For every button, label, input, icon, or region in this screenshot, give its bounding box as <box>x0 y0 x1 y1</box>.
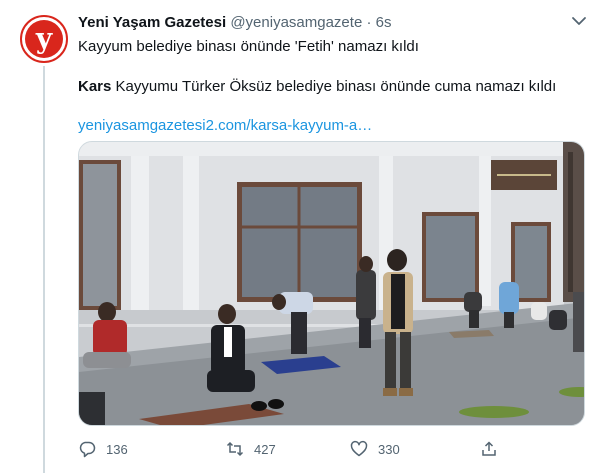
chevron-down-icon[interactable] <box>570 14 588 28</box>
tweet-time[interactable]: 6s <box>376 14 392 31</box>
share-icon <box>482 441 496 456</box>
retweet-count: 427 <box>254 441 276 457</box>
separator-dot: · <box>366 14 372 31</box>
retweet-icon <box>226 441 244 457</box>
tweet-text-rest: Kayyumu Türker Öksüz belediye binası önü… <box>111 78 557 95</box>
reply-count: 136 <box>106 441 128 457</box>
retweet-button[interactable]: 427 <box>226 438 276 460</box>
author-name[interactable]: Yeni Yaşam Gazetesi <box>78 14 226 31</box>
tweet-text-line1: Kayyum belediye binası önünde 'Fetih' na… <box>78 38 419 55</box>
thread-line <box>43 66 45 473</box>
photo-illustration <box>79 142 584 425</box>
share-button[interactable] <box>480 438 508 460</box>
avatar-logo: y <box>25 20 63 58</box>
author-handle[interactable]: @yeniyasamgazete <box>230 14 362 31</box>
tweet-header: Yeni Yaşam Gazetesi @yeniyasamgazete · 6… <box>78 13 391 33</box>
avatar[interactable]: y <box>20 15 68 63</box>
heart-icon <box>350 440 368 457</box>
tweet-text-line2: Kars Kayyumu Türker Öksüz belediye binas… <box>78 77 556 97</box>
tweet[interactable]: y Yeni Yaşam Gazetesi @yeniyasamgazete ·… <box>0 0 599 473</box>
like-button[interactable]: 330 <box>350 438 400 460</box>
tweet-actions: 136 427 330 <box>78 438 578 460</box>
tweet-photo[interactable] <box>78 141 585 426</box>
reply-icon <box>79 441 96 458</box>
tweet-text-bold: Kars <box>78 78 112 95</box>
like-count: 330 <box>378 441 400 457</box>
reply-button[interactable]: 136 <box>78 438 128 460</box>
article-link[interactable]: yeniyasamgazetesi2.com/karsa-kayyum-a… <box>78 116 372 136</box>
